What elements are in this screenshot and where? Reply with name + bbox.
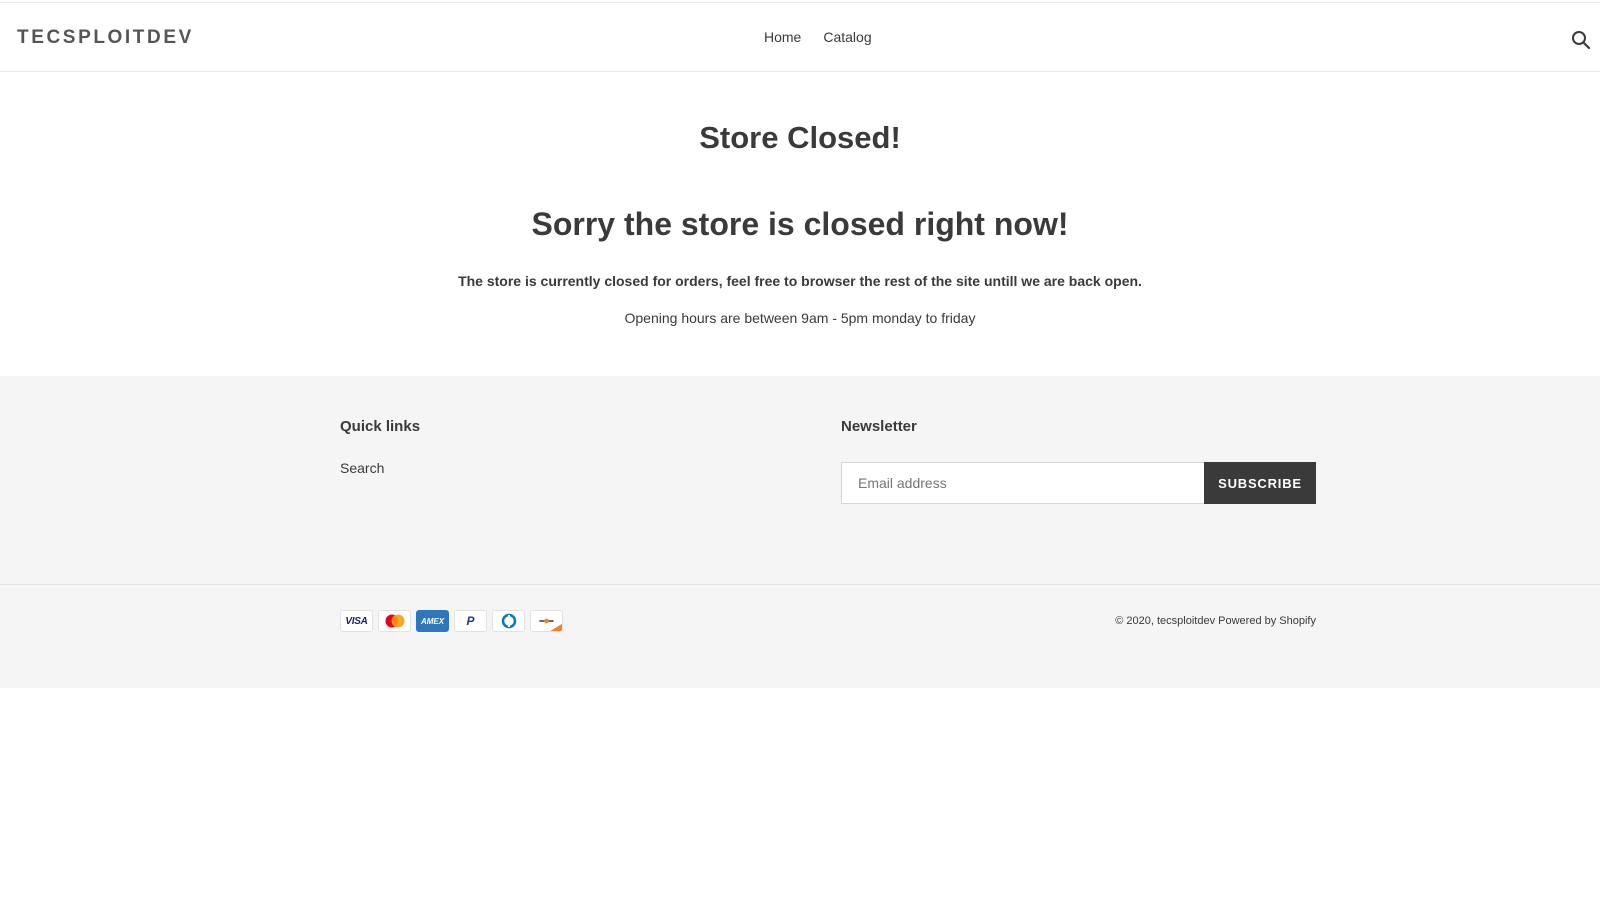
footer-divider: [0, 584, 1600, 585]
discover-icon: [530, 610, 563, 632]
newsletter-title: Newsletter: [841, 418, 917, 435]
quick-links-title: Quick links: [340, 418, 421, 435]
quick-link-search[interactable]: Search: [340, 460, 384, 476]
opening-hours: Opening hours are between 9am - 5pm mond…: [624, 310, 976, 326]
page-title: Store Closed!: [699, 120, 901, 155]
store-link[interactable]: tecsploitdev: [1157, 615, 1215, 627]
nav-home[interactable]: Home: [764, 29, 801, 45]
subscribe-button[interactable]: SUBSCRIBE: [1204, 462, 1316, 504]
store-logo[interactable]: TECSPLOITDEV: [17, 27, 194, 49]
page-subtitle: Sorry the store is closed right now!: [531, 206, 1069, 242]
search-button[interactable]: [1571, 30, 1591, 50]
powered-by-shopify-link[interactable]: Powered by Shopify: [1218, 615, 1316, 627]
payment-icons: VISA AMEX P: [340, 610, 563, 632]
site-footer: Quick links Search Newsletter SUBSCRIBE …: [0, 376, 1600, 688]
visa-icon: VISA: [340, 610, 373, 632]
copyright: © 2020, tecsploitdev Powered by Shopify: [1115, 615, 1316, 627]
mastercard-icon: [378, 610, 411, 632]
main-content: Store Closed! Sorry the store is closed …: [0, 72, 1600, 376]
site-header: TECSPLOITDEV Home Catalog: [0, 2, 1600, 72]
search-icon: [1572, 31, 1591, 50]
nav-catalog[interactable]: Catalog: [823, 29, 871, 45]
amex-icon: AMEX: [416, 610, 449, 632]
paypal-icon: P: [454, 610, 487, 632]
main-nav: Home Catalog: [764, 29, 872, 45]
diners-club-icon: [492, 610, 525, 632]
newsletter-email-input[interactable]: [841, 462, 1204, 504]
closed-message: The store is currently closed for orders…: [458, 273, 1142, 289]
